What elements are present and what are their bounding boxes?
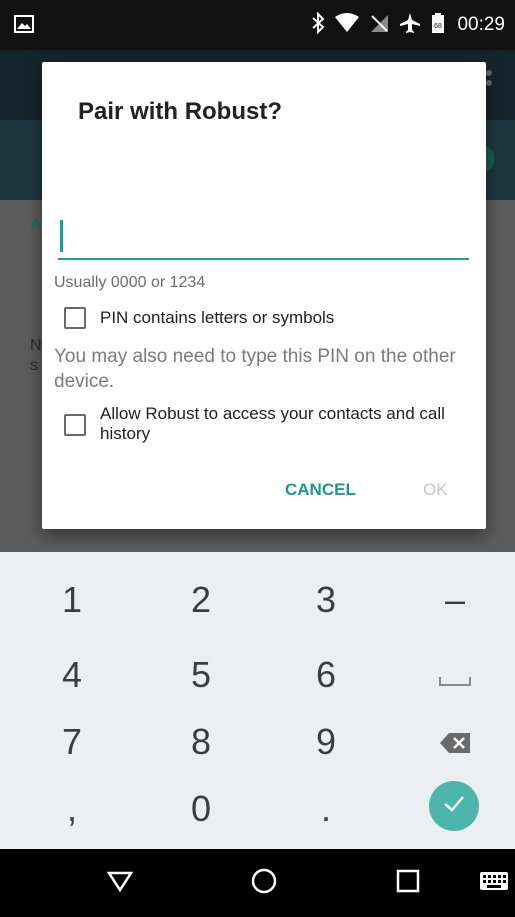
ok-button[interactable]: OK bbox=[423, 480, 448, 500]
screen: 68 00:29 A N s Pair with Robust? Usually… bbox=[0, 0, 515, 917]
contacts-access-checkbox[interactable] bbox=[64, 414, 86, 436]
wifi-icon bbox=[335, 12, 360, 38]
key-space[interactable] bbox=[391, 640, 515, 710]
navigation-bar bbox=[0, 849, 515, 917]
home-circle-icon bbox=[251, 868, 277, 899]
image-notification-icon bbox=[14, 15, 34, 38]
recents-button[interactable] bbox=[384, 859, 432, 907]
key-comma[interactable]: , bbox=[8, 774, 136, 844]
dialog-title: Pair with Robust? bbox=[78, 98, 282, 125]
background-section-letter: A bbox=[30, 216, 42, 233]
contacts-access-option[interactable]: Allow Robust to access your contacts and… bbox=[64, 404, 484, 444]
backspace-icon bbox=[439, 721, 471, 763]
no-sim-icon bbox=[369, 13, 389, 38]
key-4[interactable]: 4 bbox=[8, 640, 136, 710]
key-period[interactable]: . bbox=[262, 774, 390, 844]
space-icon bbox=[438, 654, 472, 696]
key-6[interactable]: 6 bbox=[262, 640, 390, 710]
pin-info-text: You may also need to type this PIN on th… bbox=[54, 346, 456, 392]
key-3[interactable]: 3 bbox=[262, 565, 390, 635]
key-0[interactable]: 0 bbox=[137, 774, 265, 844]
letters-symbols-option[interactable]: PIN contains letters or symbols bbox=[64, 307, 334, 329]
checkmark-icon bbox=[442, 794, 466, 819]
numeric-keypad: 1 2 3 – 4 5 6 7 8 9 , 0 . bbox=[0, 552, 515, 849]
battery-icon: 68 bbox=[431, 12, 445, 39]
pin-input[interactable] bbox=[58, 212, 469, 260]
back-button[interactable] bbox=[96, 859, 144, 907]
overflow-menu-dot bbox=[486, 70, 492, 76]
key-1[interactable]: 1 bbox=[8, 565, 136, 635]
overflow-menu-dot bbox=[486, 80, 492, 86]
home-button[interactable] bbox=[240, 859, 288, 907]
keyboard-switch-button[interactable] bbox=[470, 859, 515, 907]
key-9[interactable]: 9 bbox=[262, 707, 390, 777]
background-text: N s bbox=[30, 337, 42, 374]
recents-square-icon bbox=[396, 869, 420, 898]
contacts-access-label: Allow Robust to access your contacts and… bbox=[100, 404, 445, 443]
status-bar: 68 00:29 bbox=[0, 0, 515, 50]
keyboard-icon bbox=[480, 871, 508, 895]
key-7[interactable]: 7 bbox=[8, 707, 136, 777]
status-icons: 68 00:29 bbox=[311, 0, 505, 50]
airplane-mode-icon bbox=[399, 12, 421, 39]
letters-symbols-label: PIN contains letters or symbols bbox=[100, 308, 335, 327]
key-minus[interactable]: – bbox=[391, 565, 515, 635]
bluetooth-icon bbox=[311, 11, 325, 39]
pin-hint: Usually 0000 or 1234 bbox=[54, 274, 206, 291]
letters-symbols-checkbox[interactable] bbox=[64, 307, 86, 329]
key-backspace[interactable] bbox=[391, 707, 515, 777]
key-2[interactable]: 2 bbox=[137, 565, 265, 635]
back-triangle-icon bbox=[106, 870, 134, 897]
clock: 00:29 bbox=[457, 14, 505, 35]
cancel-button[interactable]: CANCEL bbox=[285, 480, 356, 500]
svg-text:68: 68 bbox=[435, 23, 443, 30]
enter-key[interactable] bbox=[429, 781, 479, 831]
key-8[interactable]: 8 bbox=[137, 707, 265, 777]
pairing-dialog: Pair with Robust? Usually 0000 or 1234 P… bbox=[42, 62, 486, 529]
key-5[interactable]: 5 bbox=[137, 640, 265, 710]
